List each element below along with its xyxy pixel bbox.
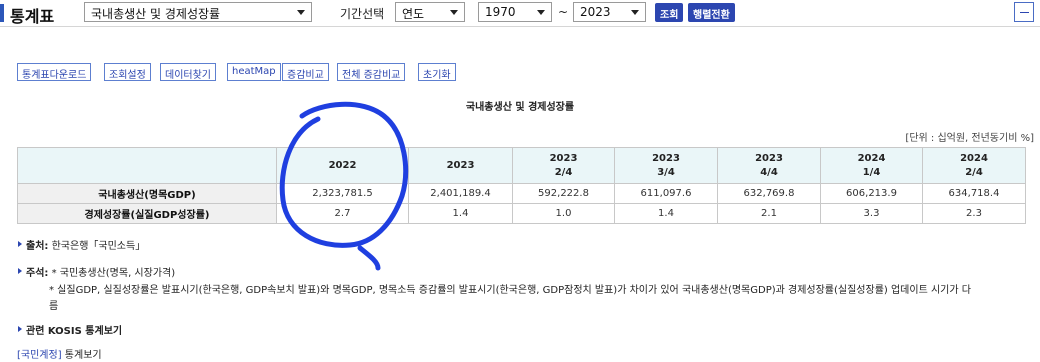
collapse-button[interactable] (1014, 2, 1034, 22)
column-header[interactable]: 2024 1/4 (820, 147, 923, 184)
title-accent-bar (0, 4, 4, 22)
heatmap-button[interactable]: heatMap (227, 63, 281, 81)
end-year-value: 2023 (580, 5, 611, 19)
row-header[interactable]: 국내총생산(명목GDP) (17, 183, 277, 204)
chevron-down-icon (631, 10, 639, 15)
related-stats-heading: 관련 KOSIS 통계보기 (26, 326, 123, 337)
pivot-button[interactable]: 행렬전환 (688, 3, 735, 22)
chevron-down-icon (297, 10, 305, 15)
table-cell: 1.4 (614, 203, 718, 224)
download-button[interactable]: 통계표다운로드 (17, 63, 92, 81)
table-cell: 2.7 (276, 203, 409, 224)
table-title: 국내총생산 및 경제성장률 (465, 102, 575, 113)
footnote: 주석: * 국민총생산(명목, 시장가격) (26, 264, 175, 279)
unit-label: [단위 : 십억원, 전년동기비 %] (905, 133, 1034, 144)
find-data-button[interactable]: 데이터찾기 (160, 63, 216, 81)
query-settings-button[interactable]: 조회설정 (104, 63, 151, 81)
table-row: 국내총생산(명목GDP) 2,323,781.5 2,401,189.4 592… (17, 183, 1026, 204)
footnote-line-2: * 실질GDP, 실질성장률은 발표시기(한국은행, GDP속보치 발표)와 명… (49, 285, 971, 296)
table-header-row: 2022 2023 2023 2/4 2023 3/4 2023 4/4 2024 1/… (17, 147, 1026, 184)
table-cell: 632,769.8 (717, 183, 821, 204)
search-button[interactable]: 조회 (655, 3, 684, 22)
row-header[interactable]: 경제성장률(실질GDP성장률) (17, 203, 277, 224)
column-header[interactable]: 2024 2/4 (922, 147, 1026, 184)
period-label: 기간선택 (340, 7, 385, 21)
table-row: 경제성장률(실질GDP성장률) 2.7 1.4 1.0 1.4 2.1 3.3 … (17, 203, 1026, 224)
column-header[interactable]: 2022 (276, 147, 409, 184)
table-cell: 2.3 (922, 203, 1026, 224)
table-cell: 634,718.4 (922, 183, 1026, 204)
top-bar: 통계표 국내총생산 및 경제성장률 기간선택 연도 1970 ~ 2023 조회… (0, 0, 1040, 27)
footnote-line-1: * 국민총생산(명목, 시장가격) (51, 268, 176, 279)
bullet-icon (18, 241, 22, 247)
table-cell: 606,213.9 (820, 183, 923, 204)
table-cell: 1.0 (512, 203, 615, 224)
related-stats-text: 통계보기 (64, 350, 102, 361)
national-accounts-link[interactable]: [국민계정] (17, 350, 62, 361)
start-year-select[interactable]: 1970 (478, 2, 552, 22)
table-cell: 2,323,781.5 (276, 183, 409, 204)
column-header[interactable]: 2023 2/4 (512, 147, 615, 184)
bullet-icon (18, 268, 22, 274)
header-corner (17, 147, 277, 184)
column-header[interactable]: 2023 3/4 (614, 147, 718, 184)
end-year-select[interactable]: 2023 (573, 2, 646, 22)
range-tilde: ~ (558, 5, 569, 19)
column-header[interactable]: 2023 4/4 (717, 147, 821, 184)
period-unit-select[interactable]: 연도 (395, 2, 465, 22)
page-title: 통계표 (10, 7, 55, 26)
chevron-down-icon (537, 10, 545, 15)
data-table: 2022 2023 2023 2/4 2023 3/4 2023 4/4 2024 1/… (17, 147, 1026, 224)
table-cell: 2,401,189.4 (408, 183, 513, 204)
period-unit-value: 연도 (402, 7, 425, 21)
table-select[interactable]: 국내총생산 및 경제성장률 (84, 2, 312, 22)
source-note: 출처: 한국은행「국민소득」 (26, 237, 145, 252)
source-label: 출처: (26, 241, 49, 252)
table-cell: 2.1 (717, 203, 821, 224)
footnote-label: 주석: (26, 268, 49, 279)
table-select-value: 국내총생산 및 경제성장률 (91, 7, 221, 21)
table-cell: 1.4 (408, 203, 513, 224)
footnote-line-3: 름 (49, 301, 59, 312)
chevron-down-icon (450, 10, 458, 15)
column-header[interactable]: 2023 (408, 147, 513, 184)
table-cell: 3.3 (820, 203, 923, 224)
related-stats-link[interactable]: [국민계정] 통계보기 (17, 346, 102, 361)
bullet-icon (18, 326, 22, 332)
table-cell: 592,222.8 (512, 183, 615, 204)
change-compare-button[interactable]: 증감비교 (282, 63, 329, 81)
reset-button[interactable]: 초기화 (418, 63, 456, 81)
start-year-value: 1970 (485, 5, 516, 19)
source-text: 한국은행「국민소득」 (51, 241, 146, 252)
minus-icon (1020, 12, 1029, 13)
table-cell: 611,097.6 (614, 183, 718, 204)
all-change-compare-button[interactable]: 전체 증감비교 (337, 63, 406, 81)
